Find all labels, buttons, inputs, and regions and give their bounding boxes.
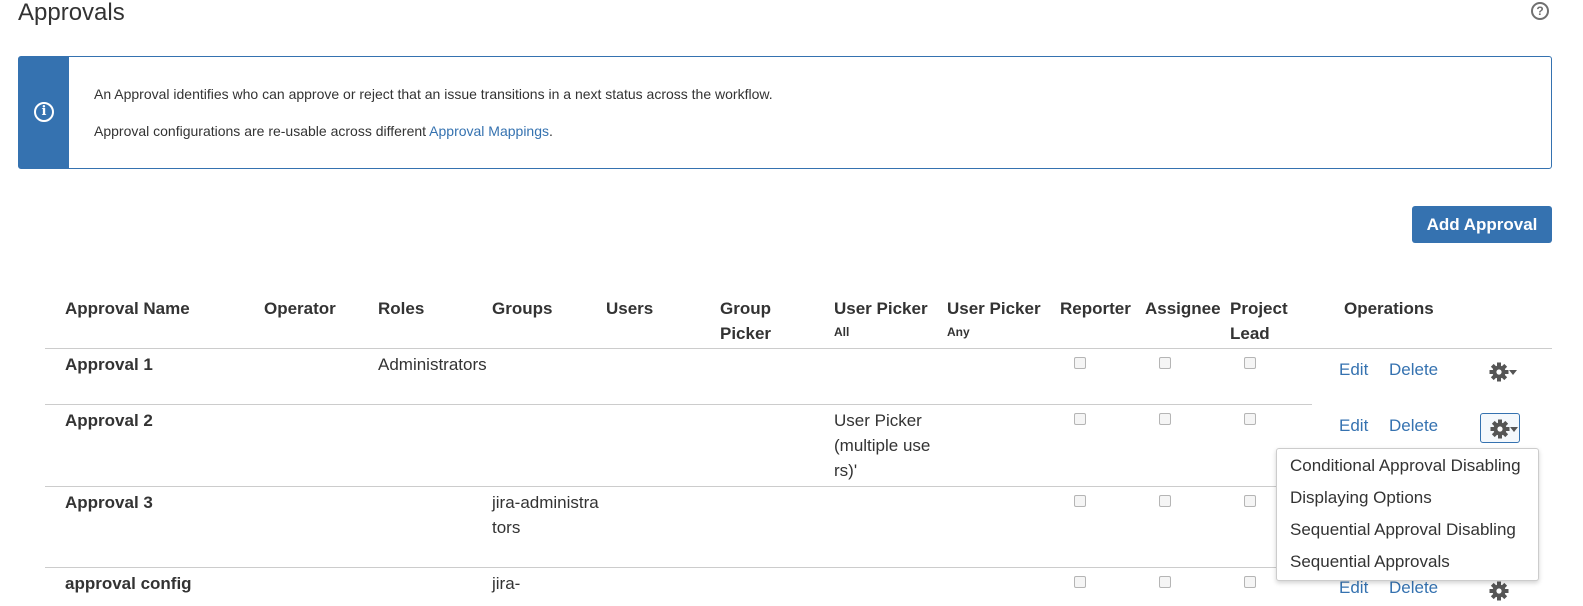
edit-link[interactable]: Edit xyxy=(1339,416,1368,436)
header-group-picker-line2: Picker xyxy=(720,324,772,343)
row-divider xyxy=(45,486,1276,487)
approval-name: Approval 2 xyxy=(65,411,153,430)
header-user-picker-any-label: User Picker xyxy=(947,299,1041,318)
delete-link[interactable]: Delete xyxy=(1389,360,1438,380)
caret-down-icon xyxy=(1509,370,1517,375)
info-message: i An Approval identifies who can approve… xyxy=(18,56,1552,169)
header-assignee: Assignee xyxy=(1145,299,1221,318)
approval-name: Approval 3 xyxy=(65,493,153,512)
header-user-picker-all: User Picker All xyxy=(834,296,928,340)
info-text-line-2: Approval configurations are re-usable ac… xyxy=(94,123,553,139)
assignee-checkbox[interactable] xyxy=(1159,413,1171,425)
gear-icon xyxy=(1489,362,1509,382)
header-reporter: Reporter xyxy=(1060,299,1131,318)
menu-item-displaying-options[interactable]: Displaying Options xyxy=(1290,488,1432,508)
assignee-checkbox[interactable] xyxy=(1159,576,1171,588)
gear-dropdown-menu: Conditional Approval Disabling Displayin… xyxy=(1276,448,1539,581)
gear-icon xyxy=(1489,581,1509,601)
page-title: Approvals xyxy=(18,0,125,26)
header-approval-name: Approval Name xyxy=(65,299,190,318)
header-project-lead-line2: Lead xyxy=(1230,324,1270,343)
info-text-line-1: An Approval identifies who can approve o… xyxy=(94,86,773,102)
menu-item-sequential-approval-disabling[interactable]: Sequential Approval Disabling xyxy=(1290,520,1516,540)
header-operations: Operations xyxy=(1344,299,1434,318)
reporter-checkbox[interactable] xyxy=(1074,495,1086,507)
add-approval-button[interactable]: Add Approval xyxy=(1412,206,1552,243)
project-lead-checkbox[interactable] xyxy=(1244,576,1256,588)
header-project-lead: Project Lead xyxy=(1230,296,1288,346)
help-icon[interactable]: ? xyxy=(1531,2,1549,20)
project-lead-checkbox[interactable] xyxy=(1244,495,1256,507)
info-text-prefix: Approval configurations are re-usable ac… xyxy=(94,123,430,139)
menu-item-sequential-approvals[interactable]: Sequential Approvals xyxy=(1290,552,1450,572)
header-user-picker-all-sub: All xyxy=(834,325,850,339)
gear-icon xyxy=(1490,419,1510,439)
approval-groups: jira-administrators xyxy=(492,493,599,537)
header-group-picker-line1: Group xyxy=(720,299,771,318)
approval-name: Approval 1 xyxy=(65,355,153,374)
reporter-checkbox[interactable] xyxy=(1074,357,1086,369)
assignee-checkbox[interactable] xyxy=(1159,357,1171,369)
header-user-picker-any: User Picker Any xyxy=(947,296,1041,340)
header-group-picker: Group Picker xyxy=(720,296,771,346)
caret-down-icon xyxy=(1510,427,1518,432)
approval-name: approval config xyxy=(65,574,192,593)
reporter-checkbox[interactable] xyxy=(1074,413,1086,425)
info-bar: i xyxy=(19,57,69,168)
row-divider xyxy=(45,567,1276,568)
header-users: Users xyxy=(606,299,654,318)
menu-item-conditional-approval-disabling[interactable]: Conditional Approval Disabling xyxy=(1290,456,1521,476)
header-user-picker-any-sub: Any xyxy=(947,325,970,339)
header-groups: Groups xyxy=(492,299,553,318)
header-project-lead-line1: Project xyxy=(1230,299,1288,318)
header-roles: Roles xyxy=(378,299,425,318)
delete-link[interactable]: Delete xyxy=(1389,416,1438,436)
reporter-checkbox[interactable] xyxy=(1074,576,1086,588)
row-divider xyxy=(45,404,1312,405)
project-lead-checkbox[interactable] xyxy=(1244,413,1256,425)
project-lead-checkbox[interactable] xyxy=(1244,357,1256,369)
approval-groups: jira- xyxy=(492,574,521,593)
delete-link[interactable]: Delete xyxy=(1389,578,1438,598)
header-user-picker-all-label: User Picker xyxy=(834,299,928,318)
approval-roles: Administrators xyxy=(378,355,487,374)
info-text-suffix: . xyxy=(549,123,553,139)
header-operator: Operator xyxy=(264,299,336,318)
edit-link[interactable]: Edit xyxy=(1339,578,1368,598)
edit-link[interactable]: Edit xyxy=(1339,360,1368,380)
approval-user-picker-all: User Picker (multiple users)' xyxy=(834,411,931,480)
assignee-checkbox[interactable] xyxy=(1159,495,1171,507)
approval-mappings-link[interactable]: Approval Mappings xyxy=(429,123,549,139)
table-header-divider xyxy=(45,348,1552,349)
info-icon: i xyxy=(34,102,54,122)
gear-menu-button[interactable] xyxy=(1480,413,1520,443)
gear-menu-button[interactable] xyxy=(1480,357,1520,387)
